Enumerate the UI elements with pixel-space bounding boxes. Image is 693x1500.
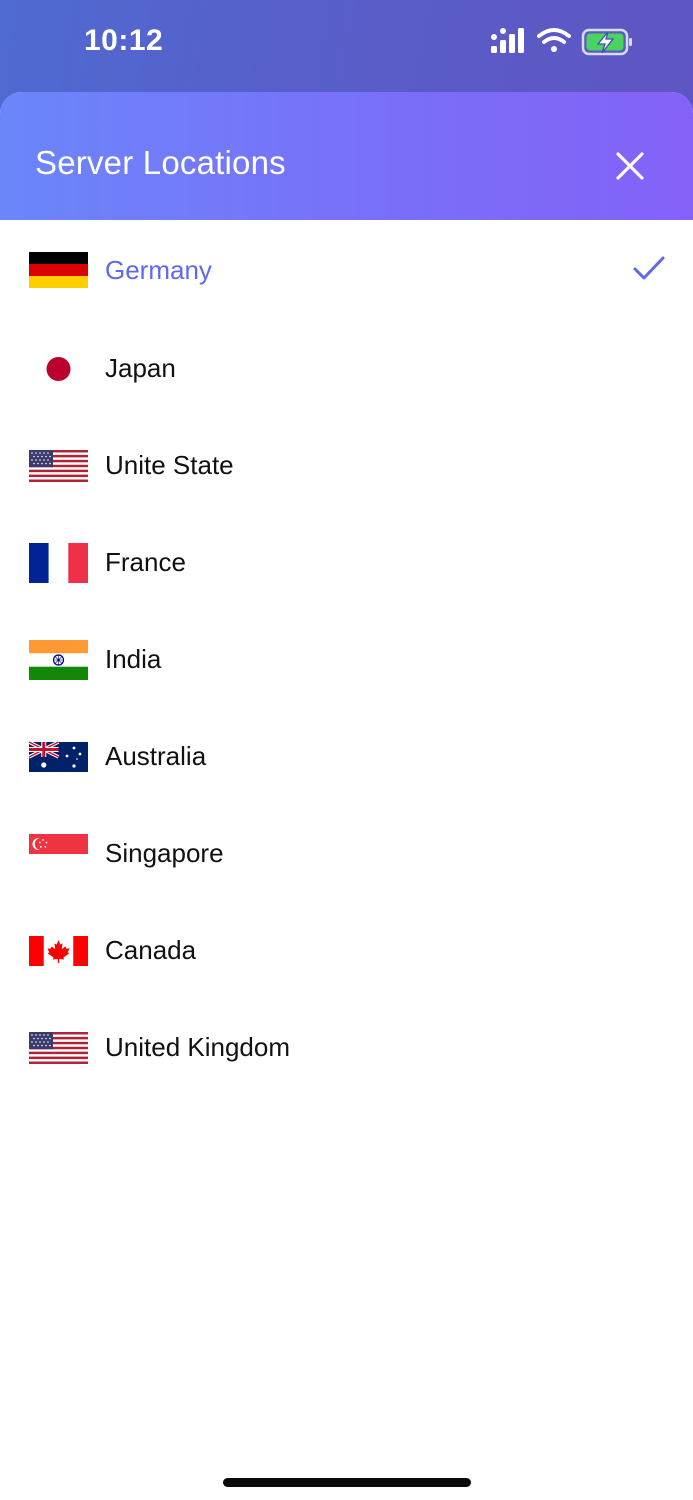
singapore-flag-icon bbox=[29, 833, 88, 874]
japan-flag-icon bbox=[29, 348, 88, 389]
battery-charging-icon bbox=[581, 28, 632, 56]
country-label: Canada bbox=[105, 935, 197, 965]
country-row-unite-state[interactable]: Unite State bbox=[0, 417, 693, 514]
country-row-united-kingdom[interactable]: United Kingdom bbox=[0, 999, 693, 1096]
home-indicator[interactable] bbox=[223, 1478, 471, 1487]
country-label: Japan bbox=[105, 353, 176, 383]
usa-flag-icon bbox=[29, 446, 88, 486]
wifi-icon bbox=[537, 28, 571, 52]
country-list: Germany Japan Unite State France India A… bbox=[0, 220, 693, 1096]
country-row-france[interactable]: France bbox=[0, 514, 693, 611]
country-row-japan[interactable]: Japan bbox=[0, 320, 693, 417]
country-row-india[interactable]: India bbox=[0, 611, 693, 708]
close-icon bbox=[616, 152, 644, 180]
country-label: Singapore bbox=[105, 838, 224, 868]
country-label: France bbox=[105, 547, 186, 577]
france-flag-icon bbox=[29, 542, 88, 583]
close-button[interactable] bbox=[604, 140, 656, 192]
canada-flag-icon bbox=[29, 931, 88, 971]
country-row-germany[interactable]: Germany bbox=[0, 220, 693, 320]
cellular-signal-icon bbox=[491, 28, 524, 53]
country-row-australia[interactable]: Australia bbox=[0, 708, 693, 805]
status-bar: 10:12 bbox=[0, 0, 693, 86]
country-label: India bbox=[105, 644, 162, 674]
country-row-canada[interactable]: Canada bbox=[0, 902, 693, 999]
india-flag-icon bbox=[29, 639, 88, 680]
sheet-header: Server Locations bbox=[0, 92, 693, 220]
status-time: 10:12 bbox=[84, 24, 164, 57]
usa-flag-icon bbox=[29, 1028, 88, 1068]
status-icons bbox=[491, 26, 641, 58]
country-label: United Kingdom bbox=[105, 1032, 290, 1062]
server-locations-sheet: Server Locations Germany Japan Unite Sta… bbox=[0, 92, 693, 1500]
country-label: Unite State bbox=[105, 450, 234, 480]
australia-flag-icon bbox=[29, 737, 88, 777]
country-label: Germany bbox=[105, 254, 212, 285]
checkmark-icon bbox=[632, 254, 666, 287]
country-label: Australia bbox=[105, 741, 207, 771]
country-row-singapore[interactable]: Singapore bbox=[0, 805, 693, 902]
sheet-title: Server Locations bbox=[35, 144, 286, 181]
germany-flag-icon bbox=[29, 250, 88, 290]
